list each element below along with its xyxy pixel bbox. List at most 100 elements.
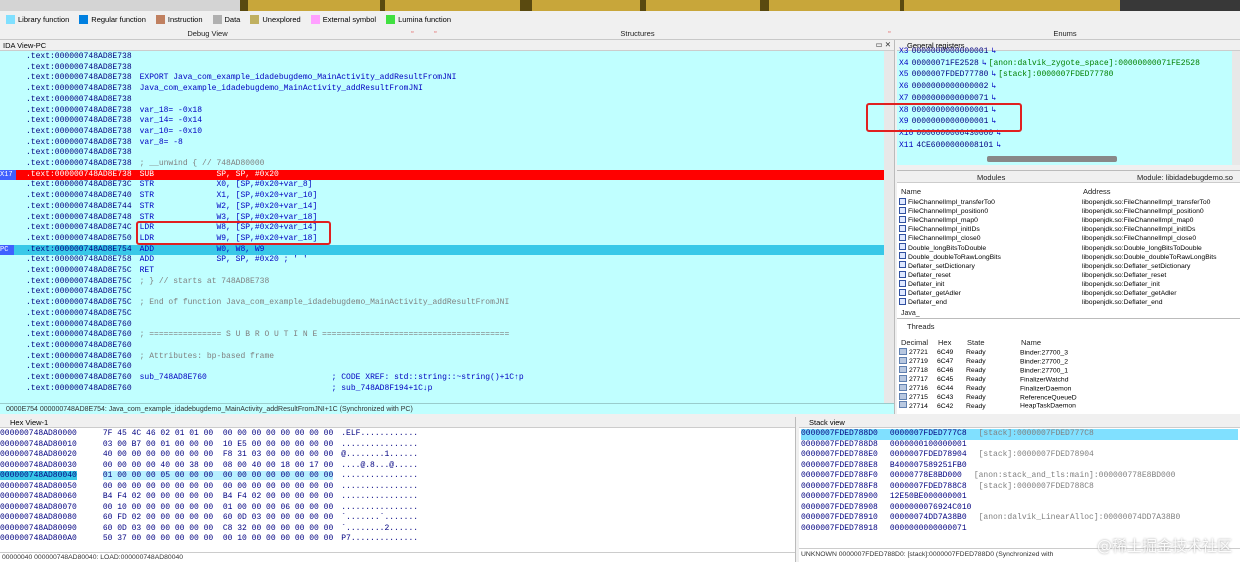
stack-row[interactable]: 0000007FDED788D0 0000007FDED777C8 [stack]:… <box>801 429 1238 440</box>
thread-row[interactable]: 27721 6C49 Ready Binder:27700_3 <box>899 348 1239 358</box>
hex-ascii[interactable]: `........2...... <box>341 524 418 533</box>
code-text[interactable]: ; =============== S U B R O U T I N E ==… <box>140 330 510 339</box>
code-text[interactable]: ; __unwind { // 748AD80000 <box>140 159 265 168</box>
register-value[interactable]: 0000000000000002 <box>912 82 989 91</box>
stack-address[interactable]: 0000007FDED788E0 <box>801 450 878 459</box>
filter-text[interactable]: Java_ <box>901 310 920 317</box>
function-name[interactable]: Deflater_reset <box>908 271 1082 280</box>
code-text[interactable]: STR X0, [SP,#0x20+var_8] <box>140 180 313 189</box>
function-address[interactable]: libopenjdk.so:FileChannelImpl_close0 <box>1082 235 1196 242</box>
register-value[interactable]: 4CE6000000008101 <box>916 141 993 150</box>
code-text[interactable]: ADD W0, W8, W9 <box>140 245 265 254</box>
code-text[interactable]: var_10= -0x10 <box>140 127 202 136</box>
code-address[interactable]: .text:000000748AD8E754 <box>26 245 132 254</box>
hex-address[interactable]: 000000748AD80030 <box>0 461 77 470</box>
code-line[interactable]: .text:000000748AD8E75C RET <box>0 266 885 277</box>
register-arrow-icon[interactable]: ↳ <box>996 141 1001 150</box>
hex-bytes[interactable]: 60 0D 03 00 00 00 00 00 C8 32 00 00 00 0… <box>103 524 333 533</box>
code-text[interactable]: RET <box>140 266 154 275</box>
hex-bytes[interactable]: 03 00 B7 00 01 00 00 00 10 E5 00 00 00 0… <box>103 440 333 449</box>
function-address[interactable]: libopenjdk.so:Deflater_reset <box>1082 272 1166 279</box>
code-line[interactable]: .text:000000748AD8E738 ; __unwind { // 74… <box>0 159 885 170</box>
stack-value[interactable]: 0000000000000071 <box>890 524 967 533</box>
hex-bytes[interactable]: 00 00 00 00 00 00 00 00 00 00 00 00 00 0… <box>103 482 333 491</box>
code-text[interactable]: ; } // starts at 748AD8E738 <box>140 277 270 286</box>
hex-row[interactable]: 000000748AD80080 60 FD 02 00 00 00 00 00 … <box>0 513 418 524</box>
function-address[interactable]: libopenjdk.so:FileChannelImpl_initIDs <box>1082 226 1195 233</box>
code-line[interactable]: .text:000000748AD8E740 STR X1, [SP,#0x20+… <box>0 191 885 202</box>
stack-row[interactable]: 0000007FDED78900 12E50BE000000001 <box>801 492 967 503</box>
function-name[interactable]: FileChannelImpl_map0 <box>908 216 1082 225</box>
hex-bytes[interactable]: 00 00 00 00 40 00 38 00 08 00 40 00 18 0… <box>103 461 333 470</box>
code-address[interactable]: .text:000000748AD8E74C <box>26 223 132 232</box>
ida-view-panel[interactable]: IDA View-PC ▭ ✕ .text:000000748AD8E738 .t… <box>0 40 895 414</box>
stack-address[interactable]: 0000007FDED788D0 <box>801 429 878 438</box>
hex-row[interactable]: 000000748AD80010 03 00 B7 00 01 00 00 00 … <box>0 440 418 451</box>
hex-address[interactable]: 000000748AD80070 <box>0 503 77 512</box>
code-line[interactable]: .text:000000748AD8E738 SUB SP, SP, #0x20 <box>0 169 885 181</box>
code-address[interactable]: .text:000000748AD8E75C <box>26 277 132 286</box>
code-address[interactable]: .text:000000748AD8E758 <box>26 255 132 264</box>
register-arrow-icon[interactable]: ↳ <box>991 82 996 91</box>
hex-ascii[interactable]: .ELF............ <box>341 429 418 438</box>
code-address[interactable]: .text:000000748AD8E738 <box>26 52 132 61</box>
function-name[interactable]: FileChannelImpl_close0 <box>908 234 1082 243</box>
code-address[interactable]: .text:000000748AD8E760 <box>26 362 132 371</box>
thread-row[interactable]: 27719 6C47 Ready Binder:27700_2 <box>899 356 1239 367</box>
code-address[interactable]: .text:000000748AD8E738 <box>26 95 132 104</box>
code-address[interactable]: .text:000000748AD8E760 <box>26 341 132 350</box>
hex-bytes[interactable]: 60 FD 02 00 00 00 00 00 60 0D 03 00 00 0… <box>103 513 333 522</box>
stack-address[interactable]: 0000007FDED78908 <box>801 503 878 512</box>
vertical-scrollbar[interactable] <box>1232 51 1240 165</box>
module-function-row[interactable]: Deflater_getAdler libopenjdk.so:Deflater_… <box>899 288 1239 298</box>
code-line[interactable]: .text:000000748AD8E738 var_14= -0x14 <box>0 116 885 127</box>
code-line[interactable]: .text:000000748AD8E758 ADD SP, SP, #0x20 … <box>0 255 885 266</box>
code-address[interactable]: .text:000000748AD8E748 <box>26 213 132 222</box>
function-name[interactable]: FileChannelImpl_transferTo0 <box>908 198 1082 207</box>
code-text[interactable]: ADD SP, SP, #0x20 ; ' ' <box>140 255 308 264</box>
horizontal-scrollbar[interactable] <box>987 156 1117 162</box>
threads-panel[interactable]: Threads Decimal Hex State Name 27721 6C49… <box>897 318 1240 414</box>
code-address[interactable]: .text:000000748AD8E760 <box>26 384 132 393</box>
code-line[interactable]: .text:000000748AD8E75C ; } // starts at 7… <box>0 277 885 288</box>
register-arrow-icon[interactable]: ↳ <box>982 59 987 68</box>
column-name[interactable]: Name <box>1021 338 1041 347</box>
column-address[interactable]: Address <box>1083 187 1111 196</box>
stack-address[interactable]: 0000007FDED788D8 <box>801 440 878 449</box>
code-line[interactable]: .text:000000748AD8E75C <box>0 287 885 298</box>
register-row[interactable]: X5 0000007FDED77780 ↳ [stack]:0000007FDED77… <box>899 69 1113 81</box>
close-icon[interactable]: ▫ <box>888 29 895 36</box>
tab-module-detail[interactable]: Module: libidadebugdemo.so <box>1137 173 1233 182</box>
hex-bytes[interactable]: 40 00 00 00 00 00 00 00 F8 31 03 00 00 0… <box>103 450 333 459</box>
code-address[interactable]: .text:000000748AD8E744 <box>26 202 132 211</box>
stack-value[interactable]: 00000074DD7A38B0 <box>890 513 967 522</box>
hex-row[interactable]: 000000748AD80000 7F 45 4C 46 02 01 01 00 … <box>0 429 418 440</box>
code-address[interactable]: .text:000000748AD8E760 <box>26 330 132 339</box>
function-address[interactable]: libopenjdk.so:FileChannelImpl_position0 <box>1082 208 1204 215</box>
stack-value[interactable]: 0000007FDED78904 <box>890 450 967 459</box>
tab-structures[interactable]: Structures <box>430 27 845 40</box>
stack-address[interactable]: 0000007FDED788E8 <box>801 461 878 470</box>
code-address[interactable]: .text:000000748AD8E760 <box>26 320 132 329</box>
stack-row[interactable]: 0000007FDED788F0 00000778E8BD000 [anon:sta… <box>801 471 1175 482</box>
column-decimal[interactable]: Decimal <box>901 338 928 347</box>
function-address[interactable]: libopenjdk.so:Deflater_setDictionary <box>1082 263 1190 270</box>
code-address[interactable]: .text:000000748AD8E75C <box>26 309 132 318</box>
module-function-row[interactable]: Deflater_end libopenjdk.so:Deflater_end <box>899 297 1239 307</box>
code-line[interactable]: .text:000000748AD8E748 STR W3, [SP,#0x20+… <box>0 213 885 224</box>
hex-address[interactable]: 000000748AD80050 <box>0 482 77 491</box>
function-address[interactable]: libopenjdk.so:FileChannelImpl_transferTo… <box>1082 199 1210 206</box>
code-address[interactable]: .text:000000748AD8E738 <box>26 106 132 115</box>
hex-ascii[interactable]: ................ <box>341 503 418 512</box>
code-text[interactable]: Java_com_example_idadebugdemo_MainActivi… <box>140 84 423 93</box>
code-line[interactable]: .text:000000748AD8E738 Java_com_example_i… <box>0 84 885 95</box>
code-address[interactable]: .text:000000748AD8E738 <box>26 170 132 179</box>
module-function-row[interactable]: FileChannelImpl_position0 libopenjdk.so:F… <box>899 206 1239 216</box>
modules-panel[interactable]: Modules Module: libidadebugdemo.so Name … <box>897 170 1240 318</box>
hex-row[interactable]: 000000748AD80060 B4 F4 02 00 00 00 00 00 … <box>0 492 418 503</box>
code-line[interactable]: .text:000000748AD8E75C <box>0 309 885 320</box>
code-address[interactable]: .text:000000748AD8E75C <box>26 287 132 296</box>
thread-row[interactable]: 27716 6C44 Ready FinalizerDaemon <box>899 383 1239 394</box>
hex-bytes[interactable]: 50 37 00 00 00 00 00 00 00 10 00 00 00 0… <box>103 534 333 543</box>
register-row[interactable]: X6 0000000000000002 ↳ <box>899 81 996 93</box>
